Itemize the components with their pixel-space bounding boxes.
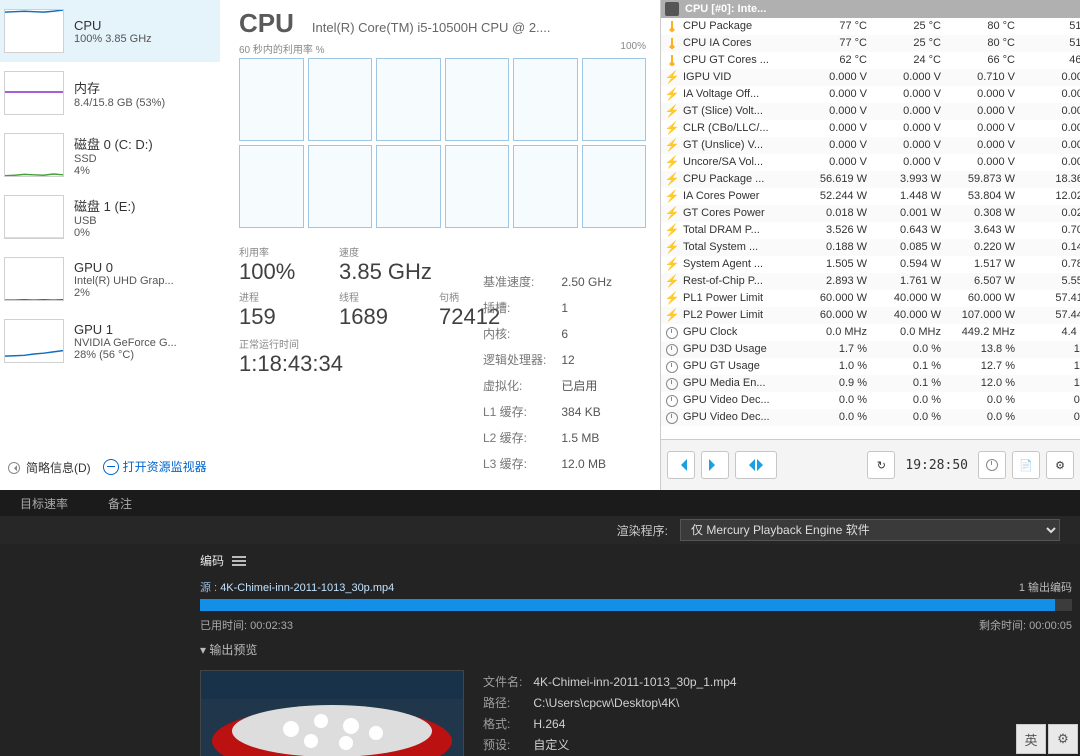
hwinfo-section-header[interactable]: CPU [#0]: Inte... [661,0,1080,18]
encode-section-title: 编码 [200,552,224,569]
task-manager-window: CPU100% 3.85 GHz 内存8.4/15.8 GB (53%) 磁盘 … [0,0,661,490]
settings-button[interactable]: ⚙ [1046,451,1074,479]
hwinfo-clock-time: 19:28:50 [905,458,968,473]
cpu-core-cell [376,58,441,141]
clock-icon[interactable] [978,451,1006,479]
remain-value: 00:00:05 [1029,620,1072,632]
hwinfo-row[interactable]: ⚡CPU Package ...56.619 W3.993 W59.873 W1… [661,171,1080,188]
preview-label: 输出预览 [209,643,257,657]
source-label: 源 : [200,582,217,594]
hwinfo-row[interactable]: GPU Video Dec...0.0 %0.0 %0.0 %0.0 [661,409,1080,426]
hwinfo-row[interactable]: GPU Media En...0.9 %0.1 %12.0 %1.0 [661,375,1080,392]
source-file: 4K-Chimei-inn-2011-1013_30p.mp4 [220,582,394,594]
tm-sidebar-item[interactable]: GPU 1NVIDIA GeForce G...28% (56 °C) [0,310,220,372]
tm-main-panel: CPU Intel(R) Core(TM) i5-10500H CPU @ 2.… [225,0,660,430]
tm-sidebar-item[interactable]: 内存8.4/15.8 GB (53%) [0,62,220,124]
nav-back-button[interactable] [667,451,695,479]
fewer-details-button[interactable]: 简略信息(D) [8,459,91,476]
cpu-core-grid[interactable] [239,58,646,228]
hwinfo-row[interactable]: GPU D3D Usage1.7 %0.0 %13.8 %1.4 [661,341,1080,358]
cpu-core-cell [513,58,578,141]
tab-notes[interactable]: 备注 [88,491,152,516]
hwinfo-row[interactable]: ⚡Total System ...0.188 W0.085 W0.220 W0.… [661,239,1080,256]
output-metadata: 文件名:4K-Chimei-inn-2011-1013_30p_1.mp4路径:… [480,670,819,756]
hwinfo-row[interactable]: ⚡GT Cores Power0.018 W0.001 W0.308 W0.02… [661,205,1080,222]
tm-sidebar-item[interactable]: 磁盘 1 (E:)USB0% [0,186,220,248]
hwinfo-row[interactable]: CPU IA Cores77 °C25 °C80 °C51 ° [661,35,1080,52]
nav-pair-button[interactable] [735,451,777,479]
cpu-core-cell [582,145,647,228]
encoder-window: 目标速率 备注 渲染程序: 仅 Mercury Playback Engine … [0,490,1080,756]
cpu-heading: CPU [239,8,294,39]
cpu-model: Intel(R) Core(TM) i5-10500H CPU @ 2.... [312,20,646,35]
menu-icon[interactable] [232,556,246,566]
hwinfo-row[interactable]: CPU GT Cores ...62 °C24 °C66 °C46 ° [661,52,1080,69]
graph-caption-left: 60 秒内的利用率 % [239,41,325,56]
tm-footer: 简略信息(D) 打开资源监视器 [8,452,652,482]
hwinfo-row[interactable]: ⚡System Agent ...1.505 W0.594 W1.517 W0.… [661,256,1080,273]
ime-indicator[interactable]: 英 ⚙ [1016,724,1078,754]
cpu-core-cell [445,58,510,141]
tm-sidebar: CPU100% 3.85 GHz 内存8.4/15.8 GB (53%) 磁盘 … [0,0,220,430]
hwinfo-row[interactable]: ⚡PL1 Power Limit60.000 W40.000 W60.000 W… [661,290,1080,307]
cpu-core-cell [445,145,510,228]
render-engine-select[interactable]: 仅 Mercury Playback Engine 软件 [680,519,1060,541]
hwinfo-toolbar: ↻ 19:28:50 📄 ⚙ [661,439,1080,490]
cpu-static-info: 基准速度:2.50 GHz插槽:1内核:6逻辑处理器:12虚拟化:已启用L1 缓… [480,268,615,478]
tm-sidebar-item[interactable]: GPU 0Intel(R) UHD Grap...2% [0,248,220,310]
remain-label: 剩余时间: [979,620,1026,632]
hwinfo-row[interactable]: ⚡Rest-of-Chip P...2.893 W1.761 W6.507 W5… [661,273,1080,290]
hwinfo-row[interactable]: ⚡GT (Slice) Volt...0.000 V0.000 V0.000 V… [661,103,1080,120]
hwinfo-row[interactable]: ⚡GT (Unslice) V...0.000 V0.000 V0.000 V0… [661,137,1080,154]
tm-sidebar-item[interactable]: 磁盘 0 (C: D:)SSD4% [0,124,220,186]
ime-settings-icon[interactable]: ⚙ [1048,724,1078,754]
elapsed-value: 00:02:33 [250,620,293,632]
output-count: 1 输出编码 [1019,579,1072,595]
ime-lang[interactable]: 英 [1016,724,1046,754]
cpu-core-cell [308,58,373,141]
nav-fwd-button[interactable] [701,451,729,479]
cpu-core-cell [582,58,647,141]
hwinfo-row[interactable]: ⚡IA Voltage Off...0.000 V0.000 V0.000 V0… [661,86,1080,103]
hwinfo-row[interactable]: ⚡Total DRAM P...3.526 W0.643 W3.643 W0.7… [661,222,1080,239]
hwinfo-row[interactable]: ⚡PL2 Power Limit60.000 W40.000 W107.000 … [661,307,1080,324]
hwinfo-row[interactable]: ⚡Uncore/SA Vol...0.000 V0.000 V0.000 V0.… [661,154,1080,171]
tab-target-rate[interactable]: 目标速率 [0,491,88,516]
open-resmon-link[interactable]: 打开资源监视器 [103,458,207,476]
refresh-button[interactable]: ↻ [867,451,895,479]
hwinfo-window: CPU [#0]: Inte... CPU Package77 °C25 °C8… [660,0,1080,490]
hwinfo-row[interactable]: GPU Video Dec...0.0 %0.0 %0.0 %0.0 [661,392,1080,409]
cpu-core-cell [376,145,441,228]
cpu-core-cell [308,145,373,228]
elapsed-label: 已用时间: [200,620,247,632]
graph-caption-right: 100% [620,41,646,56]
hwinfo-row[interactable]: ⚡CLR (CBo/LLC/...0.000 V0.000 V0.000 V0.… [661,120,1080,137]
cpu-core-cell [239,145,304,228]
encode-progress [200,599,1072,611]
hwinfo-row[interactable]: ⚡IGPU VID0.000 V0.000 V0.710 V0.007 [661,69,1080,86]
cpu-core-cell [239,58,304,141]
output-thumbnail [200,670,464,756]
hwinfo-row[interactable]: GPU Clock0.0 MHz0.0 MHz449.2 MHz4.4 M [661,324,1080,341]
cpu-core-cell [513,145,578,228]
log-button[interactable]: 📄 [1012,451,1040,479]
hwinfo-row[interactable]: CPU Package77 °C25 °C80 °C51 ° [661,18,1080,35]
render-label: 渲染程序: [617,522,668,539]
hwinfo-row[interactable]: ⚡IA Cores Power52.244 W1.448 W53.804 W12… [661,188,1080,205]
hwinfo-row[interactable]: GPU GT Usage1.0 %0.1 %12.7 %1.1 [661,358,1080,375]
hwinfo-rows: CPU Package77 °C25 °C80 °C51 °CPU IA Cor… [661,18,1080,440]
tm-sidebar-item[interactable]: CPU100% 3.85 GHz [0,0,220,62]
encoder-tabs: 目标速率 备注 [0,490,1080,516]
